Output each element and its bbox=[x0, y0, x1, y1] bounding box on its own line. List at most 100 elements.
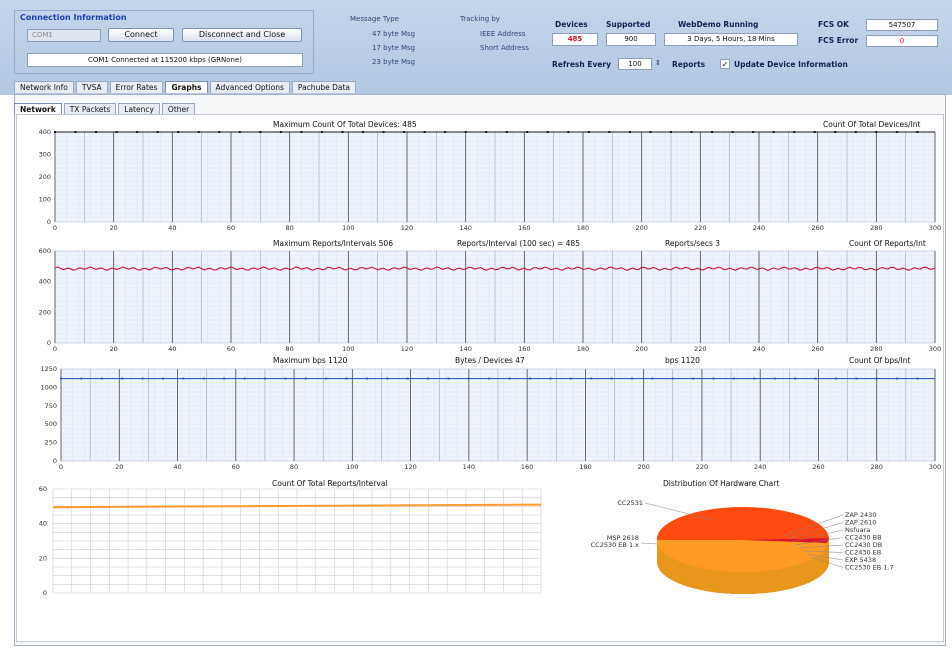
chart3-point bbox=[896, 377, 899, 380]
chart3-point bbox=[549, 377, 552, 380]
chart3-point bbox=[202, 377, 205, 380]
chart1-point bbox=[813, 131, 816, 133]
chart1-point bbox=[752, 131, 755, 133]
chart3-point bbox=[834, 377, 837, 380]
chart2-y-tick: 200 bbox=[39, 308, 51, 316]
tab-advanced-options[interactable]: Advanced Options bbox=[209, 81, 290, 93]
update-checkbox[interactable]: ✓ bbox=[720, 59, 730, 69]
chart2-x-tick: 280 bbox=[870, 345, 882, 353]
main-tabs: Network Info TVSA Error Rates Graphs Adv… bbox=[14, 81, 356, 93]
chart3-point bbox=[263, 377, 266, 380]
chart1-y-tick: 400 bbox=[39, 128, 51, 136]
chart3-point bbox=[753, 377, 756, 380]
chart1-point bbox=[731, 131, 734, 133]
chart3-point bbox=[631, 377, 634, 380]
message-type-item[interactable]: 23 byte Msg bbox=[372, 58, 415, 66]
connection-status: COM1 Connected at 115200 kbps (GRNone) bbox=[27, 53, 303, 67]
chart2-x-tick: 40 bbox=[168, 345, 176, 353]
chart1-point bbox=[403, 131, 406, 133]
chart3-point bbox=[529, 377, 532, 380]
chart1-point bbox=[485, 131, 488, 133]
tab-pachube-data[interactable]: Pachube Data bbox=[291, 81, 356, 93]
chart1-x-tick: 260 bbox=[811, 224, 823, 232]
chart3-point bbox=[814, 377, 817, 380]
chart3-point bbox=[488, 377, 491, 380]
fcs-error-value: 0 bbox=[866, 35, 938, 47]
chart4-y-tick: 0 bbox=[43, 589, 47, 597]
chart3-y-tick: 0 bbox=[53, 457, 57, 465]
chart1-point bbox=[444, 131, 447, 133]
tab-tvsa[interactable]: TVSA bbox=[75, 81, 108, 93]
chart3-point bbox=[121, 377, 124, 380]
chart2-x-tick: 200 bbox=[635, 345, 647, 353]
tracking-item[interactable]: IEEE Address bbox=[480, 30, 525, 38]
chart3-y-tick: 1000 bbox=[40, 383, 57, 391]
chart1-point bbox=[505, 131, 508, 133]
chart3-x-tick: 60 bbox=[232, 463, 240, 471]
chart3-point bbox=[692, 377, 695, 380]
chart1-point bbox=[587, 131, 590, 133]
chart3-x-tick: 20 bbox=[115, 463, 123, 471]
port-select[interactable]: COM1 bbox=[27, 29, 101, 42]
chart1-x-tick: 20 bbox=[110, 224, 118, 232]
chart3-point bbox=[284, 377, 287, 380]
fcs-ok-value: 547507 bbox=[866, 19, 938, 31]
chart1-point bbox=[649, 131, 652, 133]
chart3-point bbox=[671, 377, 674, 380]
chart1-point bbox=[300, 131, 303, 133]
chart2-x-tick: 220 bbox=[694, 345, 706, 353]
chart1-point bbox=[895, 131, 898, 133]
chart3-x-tick: 40 bbox=[173, 463, 181, 471]
chart3-point bbox=[345, 377, 348, 380]
chart1-point bbox=[320, 131, 323, 133]
chart1-point bbox=[464, 131, 467, 133]
chart1-point bbox=[177, 131, 180, 133]
chart3-point bbox=[141, 377, 144, 380]
chart3-point bbox=[467, 377, 470, 380]
chart3-x-tick: 160 bbox=[521, 463, 533, 471]
spinner-icon[interactable]: ⇕ bbox=[655, 59, 661, 67]
refresh-input[interactable]: 100 bbox=[618, 58, 652, 70]
chart1-point bbox=[115, 131, 118, 133]
chart3-point bbox=[712, 377, 715, 380]
chart1-point bbox=[690, 131, 693, 133]
chart1-y-tick: 300 bbox=[39, 151, 51, 159]
tab-error-rates[interactable]: Error Rates bbox=[109, 81, 164, 93]
chart3-x-tick: 140 bbox=[463, 463, 475, 471]
tab-graphs[interactable]: Graphs bbox=[165, 81, 208, 93]
chart1-point bbox=[74, 131, 77, 133]
chart1-right-title: Count Of Total Devices/Int bbox=[823, 120, 921, 129]
chart2-x-tick: 140 bbox=[459, 345, 471, 353]
chart3-right-title: Count Of bps/Int bbox=[849, 356, 911, 365]
disconnect-button[interactable]: Disconnect and Close bbox=[182, 28, 302, 42]
chart3-point bbox=[100, 377, 103, 380]
chart4-title: Count Of Total Reports/Interval bbox=[272, 479, 388, 488]
tab-network-info[interactable]: Network Info bbox=[14, 81, 74, 93]
supported-value: 900 bbox=[606, 33, 656, 46]
chart1-point bbox=[608, 131, 611, 133]
chart3-x-tick: 220 bbox=[696, 463, 708, 471]
chart3-point bbox=[732, 377, 735, 380]
chart2-title-max: Maximum Reports/Intervals 506 bbox=[273, 239, 393, 248]
message-type-item[interactable]: 17 byte Msg bbox=[372, 44, 415, 52]
chart2-right-title: Count Of Reports/Int bbox=[849, 239, 926, 248]
chart1-point bbox=[238, 131, 241, 133]
chart3-point bbox=[386, 377, 389, 380]
chart1-x-tick: 60 bbox=[227, 224, 235, 232]
chart2-title-reports: Reports/Interval (100 sec) = 485 bbox=[457, 239, 580, 248]
chart1-x-tick: 220 bbox=[694, 224, 706, 232]
chart2-x-tick: 160 bbox=[518, 345, 530, 353]
pie-leader bbox=[640, 542, 658, 545]
chart3-point bbox=[447, 377, 450, 380]
message-type-item[interactable]: 47 byte Msg bbox=[372, 30, 415, 38]
tracking-title: Tracking by bbox=[460, 15, 500, 23]
pie-label: CC2530 EB 1.7 bbox=[845, 564, 894, 572]
chart4-y-tick: 40 bbox=[39, 520, 47, 528]
chart1-y-tick: 0 bbox=[47, 218, 51, 226]
tracking-item[interactable]: Short Address bbox=[480, 44, 529, 52]
chart2-x-tick: 260 bbox=[811, 345, 823, 353]
charts-area: 0 20 40 60 80 100 120 140 160 180 200 220 240 260 280 3… bbox=[16, 114, 944, 642]
chart2-y-tick: 0 bbox=[47, 339, 51, 347]
chart3-x-tick: 120 bbox=[404, 463, 416, 471]
connect-button[interactable]: Connect bbox=[108, 28, 174, 42]
